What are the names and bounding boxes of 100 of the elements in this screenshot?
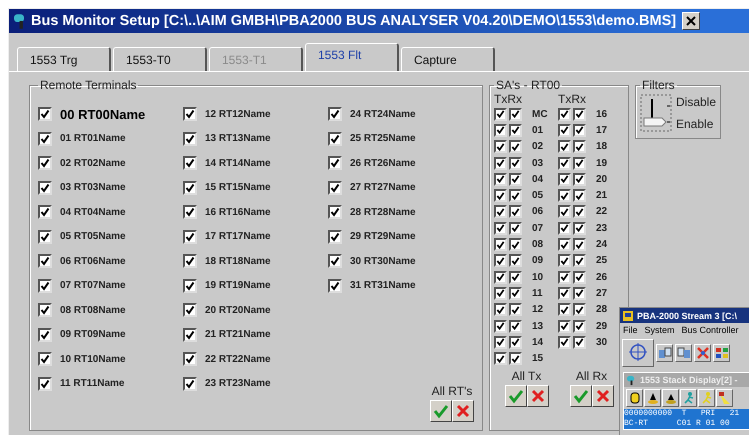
list-row[interactable]: BC-RT C01 R 01 00 [624,419,749,429]
toggle-switch[interactable] [640,94,672,132]
checkbox[interactable] [573,140,586,154]
checkbox[interactable] [573,124,586,137]
checkbox[interactable] [573,336,586,349]
menu-item[interactable]: File [623,325,638,335]
checkbox[interactable] [494,108,507,121]
checkbox[interactable] [573,320,586,332]
close-button[interactable] [682,12,700,30]
checkbox[interactable] [183,254,197,268]
checkbox[interactable] [38,230,52,244]
checkbox[interactable] [494,124,507,137]
select-all-button[interactable] [570,384,592,407]
checkbox[interactable] [328,132,342,146]
checkbox[interactable] [38,303,52,318]
checkbox[interactable] [38,156,52,170]
checkbox[interactable] [494,320,507,332]
checkbox[interactable] [183,205,197,220]
checkbox[interactable] [38,180,52,195]
toolbar-button[interactable] [656,344,673,362]
checkbox[interactable] [38,254,52,268]
checkbox[interactable] [509,320,522,332]
checkbox[interactable] [509,189,522,202]
checkbox[interactable] [558,205,571,218]
checkbox[interactable] [509,222,522,235]
checkbox[interactable] [509,156,522,170]
checkbox[interactable] [509,303,522,316]
checkbox[interactable] [509,124,522,137]
checkbox[interactable] [494,140,507,154]
checkbox[interactable] [573,222,586,235]
checkbox[interactable] [494,238,507,252]
checkbox[interactable] [573,303,586,316]
checkbox[interactable] [38,278,52,293]
checkbox[interactable] [328,278,342,293]
checkbox[interactable] [328,230,342,244]
checkbox[interactable] [494,156,507,170]
clear-all-button[interactable] [452,400,474,422]
checkbox[interactable] [509,172,522,186]
checkbox[interactable] [38,132,52,146]
checkbox[interactable] [509,336,522,349]
toolbar-button[interactable] [622,339,654,367]
toolbar-button[interactable] [644,389,661,407]
checkbox[interactable] [573,172,586,186]
checkbox[interactable] [573,189,586,202]
clear-all-button[interactable] [592,384,614,407]
select-all-button[interactable] [504,384,526,407]
checkbox[interactable] [573,156,586,170]
checkbox[interactable] [494,352,507,366]
tab[interactable]: 1553 Flt [305,43,399,71]
list-row[interactable]: 0000000000 T PRI 21 [624,409,749,419]
checkbox[interactable] [573,254,586,268]
checkbox[interactable] [573,286,586,300]
toolbar-button[interactable] [626,389,643,407]
checkbox[interactable] [183,132,197,146]
tab[interactable]: 1553 Trg [17,47,111,71]
checkbox[interactable] [183,303,197,318]
checkbox[interactable] [558,286,571,300]
checkbox[interactable] [558,320,571,332]
checkbox[interactable] [328,107,342,122]
checkbox[interactable] [38,205,52,220]
checkbox[interactable] [328,156,342,170]
checkbox[interactable] [509,352,522,366]
clear-all-button[interactable] [526,384,548,407]
checkbox[interactable] [558,254,571,268]
checkbox[interactable] [183,376,197,391]
checkbox[interactable] [38,107,52,122]
toolbar-button[interactable] [662,389,679,407]
checkbox[interactable] [494,336,507,349]
checkbox[interactable] [573,108,586,121]
checkbox[interactable] [558,303,571,316]
tab[interactable]: Capture [401,47,495,71]
checkbox[interactable] [558,238,571,252]
checkbox[interactable] [328,180,342,195]
checkbox[interactable] [509,205,522,218]
checkbox[interactable] [38,328,52,342]
checkbox[interactable] [573,205,586,218]
toolbar-button[interactable] [675,344,692,362]
checkbox[interactable] [183,230,197,244]
checkbox[interactable] [183,156,197,170]
checkbox[interactable] [494,254,507,268]
checkbox[interactable] [38,352,52,366]
checkbox[interactable] [558,336,571,349]
menu-item[interactable]: Bus Controller [682,325,739,335]
checkbox[interactable] [183,352,197,366]
checkbox[interactable] [558,270,571,284]
checkbox[interactable] [494,270,507,284]
checkbox[interactable] [509,238,522,252]
checkbox[interactable] [183,328,197,342]
checkbox[interactable] [183,107,197,122]
checkbox[interactable] [558,140,571,154]
menu-item[interactable]: System [644,325,675,335]
select-all-button[interactable] [430,400,452,422]
checkbox[interactable] [509,254,522,268]
checkbox[interactable] [494,303,507,316]
checkbox[interactable] [328,205,342,220]
tab[interactable]: 1553-T0 [113,47,207,71]
checkbox[interactable] [573,238,586,252]
checkbox[interactable] [558,108,571,121]
checkbox[interactable] [558,222,571,235]
checkbox[interactable] [183,278,197,293]
